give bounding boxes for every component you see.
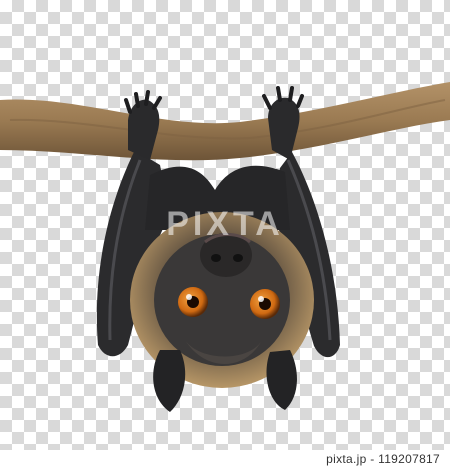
image-canvas: PIXTA [0, 0, 450, 450]
footer-bar: pixta.jp - 119207817 [0, 450, 450, 469]
watermark: PIXTA [166, 205, 284, 243]
right-ear [266, 350, 297, 410]
left-ear [153, 350, 186, 412]
image-id-label: pixta.jp - 119207817 [326, 452, 440, 466]
branch [0, 82, 450, 161]
